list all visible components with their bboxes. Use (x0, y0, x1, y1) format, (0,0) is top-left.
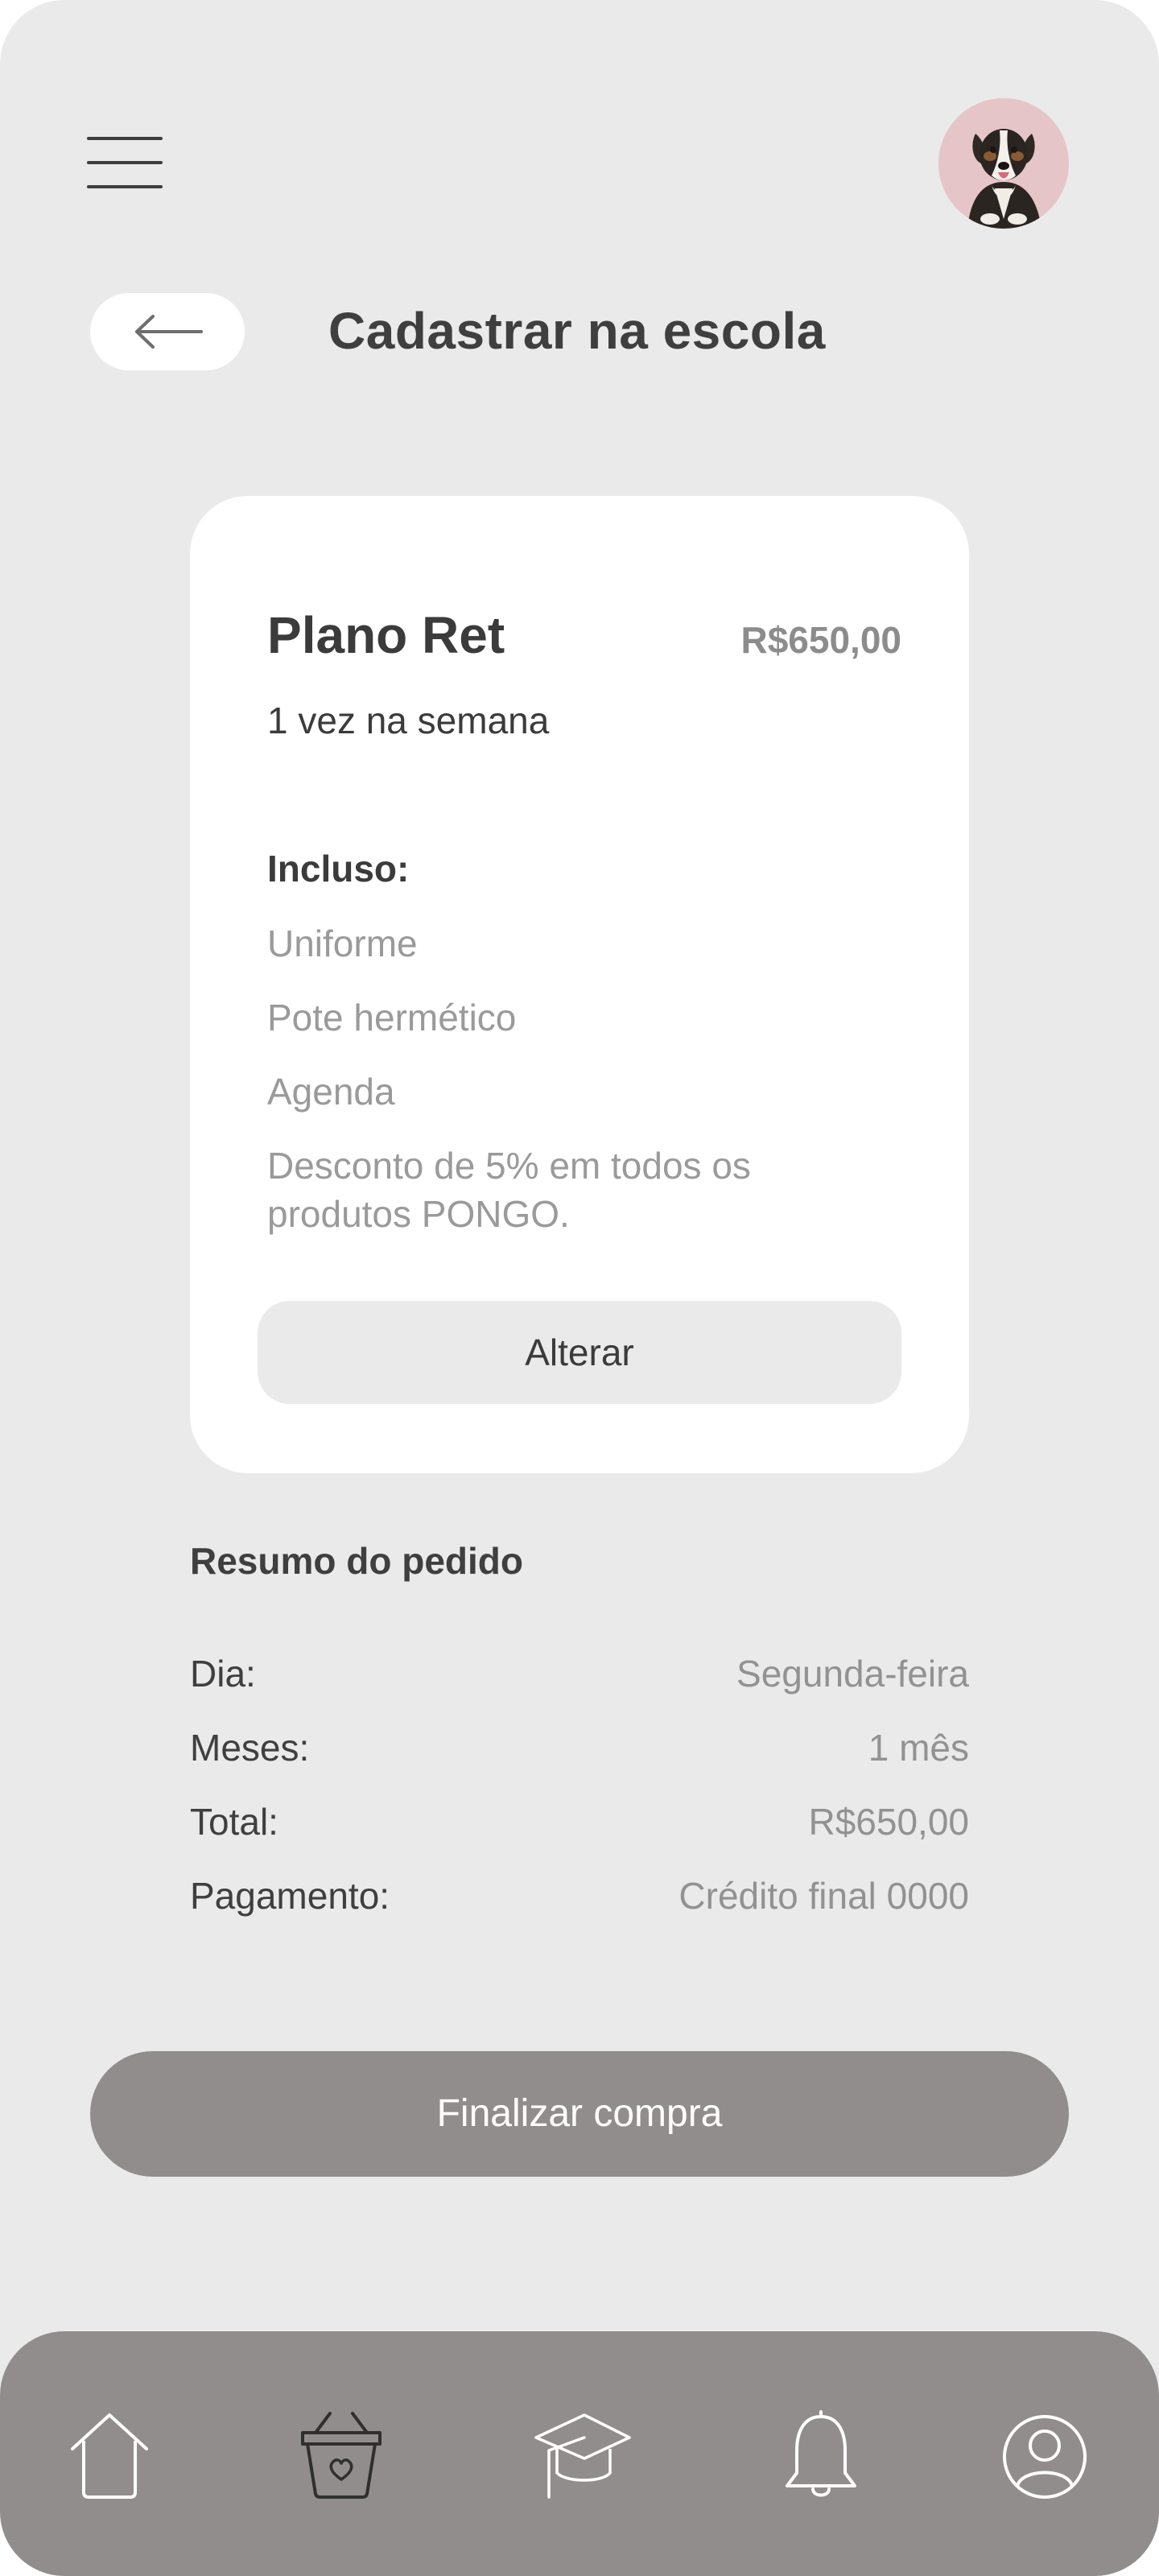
summary-row-payment: Pagamento: Crédito final 0000 (190, 1874, 969, 1922)
included-item-agenda: Agenda (267, 1071, 395, 1113)
summary-label: Total: (190, 1801, 278, 1843)
plan-frequency: 1 vez na semana (267, 700, 550, 741)
nav-item-notifications[interactable] (773, 2409, 869, 2505)
user-icon (1003, 2415, 1087, 2499)
included-item-uniform: Uniforme (267, 923, 418, 964)
home-icon (71, 2413, 148, 2499)
bell-icon (786, 2410, 856, 2497)
arrow-left-icon (135, 315, 203, 349)
summary-value: Crédito final 0000 (678, 1875, 969, 1917)
menu-bar-bottom (87, 185, 163, 188)
summary-label: Meses: (190, 1727, 310, 1769)
summary-label: Dia: (190, 1653, 256, 1695)
checkout-button[interactable]: Finalizar compra (90, 2051, 1069, 2177)
change-plan-button[interactable]: Alterar (258, 1301, 901, 1404)
nav-item-home[interactable] (61, 2409, 158, 2505)
menu-bar-top (87, 137, 163, 140)
nav-item-basket[interactable] (293, 2409, 390, 2505)
included-list: Uniforme Pote hermético Agenda Desconto … (267, 919, 815, 1264)
nav-item-profile[interactable] (996, 2409, 1093, 2505)
order-summary-title: Resumo do pedido (190, 1540, 523, 1582)
plan-card: Plano Ret R$650,00 1 vez na semana Inclu… (190, 496, 969, 1473)
dog-avatar-image (938, 98, 1069, 229)
page-title: Cadastrar na escola (328, 302, 826, 360)
summary-row-day: Dia: Segunda-feira (190, 1652, 969, 1700)
summary-row-months: Meses: 1 mês (190, 1726, 969, 1774)
included-item-container: Pote hermético (267, 997, 517, 1038)
nav-item-school[interactable] (534, 2409, 631, 2505)
menu-button[interactable] (87, 134, 164, 192)
summary-value: R$650,00 (808, 1801, 970, 1843)
summary-value: Segunda-feira (736, 1653, 969, 1695)
basket-icon (301, 2412, 382, 2499)
included-item-discount: Desconto de 5% em todos os produtos PONG… (267, 1145, 751, 1235)
app-screen: Cadastrar na escola Plano Ret R$650,00 1… (0, 0, 1159, 2576)
summary-label: Pagamento: (190, 1875, 390, 1917)
graduation-cap-icon (534, 2413, 631, 2499)
plan-name: Plano Ret (267, 606, 505, 664)
summary-row-total: Total: R$650,00 (190, 1800, 969, 1848)
included-title: Incluso: (267, 848, 410, 890)
plan-price: R$650,00 (740, 619, 902, 661)
dog-avatar[interactable] (938, 98, 1069, 229)
summary-value: 1 mês (868, 1727, 969, 1769)
back-button[interactable] (90, 293, 245, 370)
menu-bar-middle (87, 161, 163, 164)
bottom-nav (0, 2331, 1159, 2576)
